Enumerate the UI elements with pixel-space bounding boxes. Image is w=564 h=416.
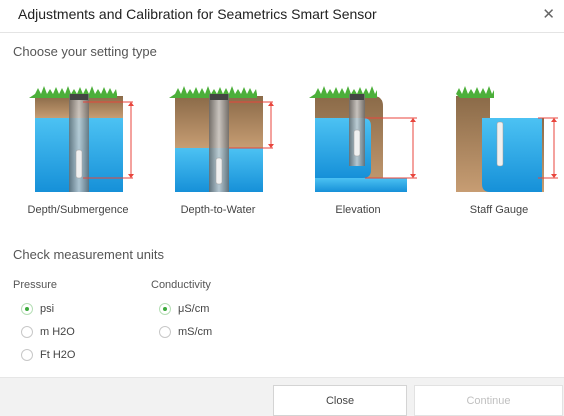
depth-to-water-illustration [169, 86, 274, 192]
elevation-label: Elevation [335, 204, 381, 216]
pressure-label: Pressure [13, 279, 58, 291]
radio-ms-cm[interactable]: mS/cm [159, 325, 229, 341]
radio-us-cm-label: μS/cm [178, 303, 210, 315]
setting-type-heading: Choose your setting type [13, 44, 157, 59]
staff-gauge-illustration [456, 86, 558, 192]
radio-us-cm-indicator[interactable] [159, 303, 171, 315]
radio-psi-label: psi [40, 303, 55, 315]
dialog-header: Adjustments and Calibration for Seametri… [0, 0, 564, 33]
radio-ms-cm-indicator[interactable] [159, 326, 171, 338]
staff-gauge-label: Staff Gauge [469, 204, 529, 216]
radio-m-h2o[interactable]: m H2O [21, 325, 91, 341]
setting-option-staff-gauge[interactable]: Staff Gauge [434, 82, 564, 222]
continue-button[interactable]: Continue [414, 385, 563, 416]
units-heading: Check measurement units [13, 247, 165, 262]
radio-psi-indicator[interactable] [21, 303, 33, 315]
radio-ft-h2o[interactable]: Ft H2O [21, 348, 91, 364]
radio-ft-h2o-indicator[interactable] [21, 349, 33, 361]
close-button[interactable]: Close [273, 385, 407, 416]
conductivity-label: Conductivity [151, 279, 211, 291]
setting-option-elevation[interactable]: Elevation [293, 82, 423, 222]
close-icon[interactable]: ✕ [542, 6, 555, 24]
radio-m-h2o-indicator[interactable] [21, 326, 33, 338]
dialog-title: Adjustments and Calibration for Seametri… [18, 6, 377, 22]
radio-ms-cm-label: mS/cm [178, 326, 213, 338]
elevation-illustration [309, 86, 417, 192]
radio-m-h2o-label: m H2O [40, 326, 75, 338]
radio-us-cm[interactable]: μS/cm [159, 302, 229, 318]
setting-option-depth-submergence[interactable]: Depth/Submergence [13, 82, 143, 222]
radio-ft-h2o-label: Ft H2O [40, 349, 76, 361]
depth-to-water-label: Depth-to-Water [180, 204, 256, 216]
radio-psi[interactable]: psi [21, 302, 81, 318]
depth-submergence-illustration [29, 86, 134, 192]
setting-option-depth-to-water[interactable]: Depth-to-Water [153, 82, 283, 222]
depth-submergence-label: Depth/Submergence [27, 204, 129, 216]
